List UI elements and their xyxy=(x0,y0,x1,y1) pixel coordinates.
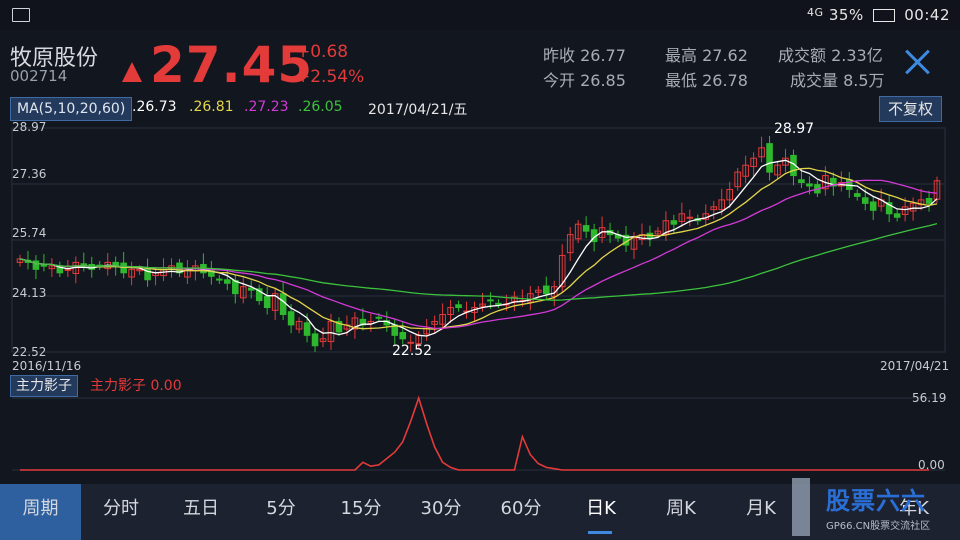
y-tick-label: 24.13 xyxy=(12,286,47,300)
ma60-value: .26.05 xyxy=(298,99,343,115)
volume: 成交量 8.5万 xyxy=(790,67,885,91)
high: 最高 27.62 xyxy=(665,42,748,66)
candle xyxy=(670,220,678,225)
y-tick-label: 25.74 xyxy=(12,226,47,240)
max-annotation: 28.97 xyxy=(774,121,815,137)
indicator-chart[interactable] xyxy=(0,372,960,480)
price-change: +0.68 xyxy=(296,42,349,62)
candle xyxy=(853,193,861,197)
candle xyxy=(311,333,319,347)
candle xyxy=(64,268,72,271)
ma10-value: .26.81 xyxy=(189,99,234,115)
candle xyxy=(542,285,550,295)
candle xyxy=(861,197,869,204)
candle xyxy=(798,179,805,184)
ma20-value: .27.23 xyxy=(244,99,289,115)
candle xyxy=(893,213,901,218)
candle xyxy=(766,143,773,173)
tab-5min[interactable]: 5分 xyxy=(241,484,321,540)
stock-code: 002714 xyxy=(10,67,68,85)
turnover-value: 2.33亿 xyxy=(831,46,883,65)
tab-intraday[interactable]: 分时 xyxy=(81,484,161,540)
low-value: 26.78 xyxy=(702,71,748,90)
candle xyxy=(40,264,48,267)
watermark-subtext: GP66.CN股票交流社区 xyxy=(826,521,931,532)
prev-close-value: 26.77 xyxy=(580,46,626,65)
candle xyxy=(263,295,271,309)
candle xyxy=(399,332,407,340)
up-arrow-icon xyxy=(122,62,142,82)
indicator-line xyxy=(20,395,929,471)
open: 今开 26.85 xyxy=(543,67,626,91)
min-annotation: 22.52 xyxy=(392,343,433,359)
tab-five-day[interactable]: 五日 xyxy=(161,484,241,540)
ma10-line xyxy=(19,167,938,330)
candle xyxy=(224,279,231,284)
high-value: 27.62 xyxy=(702,46,748,65)
ma60-line xyxy=(19,222,938,301)
y-tick-label: 27.36 xyxy=(12,167,47,181)
candle xyxy=(303,322,311,336)
indicator-min-label: 0.00 xyxy=(918,458,945,472)
volume-label: 成交量 xyxy=(790,71,839,90)
volume-value: 8.5万 xyxy=(843,71,885,90)
candle xyxy=(455,304,462,309)
turnover-label: 成交额 xyxy=(778,46,827,65)
ma5-line xyxy=(19,159,938,337)
candle xyxy=(869,201,877,211)
low-label: 最低 xyxy=(665,71,698,90)
y-tick-label: 22.52 xyxy=(12,345,47,359)
last-price: 27.45 xyxy=(150,36,314,94)
indicator-max-label: 56.19 xyxy=(912,391,947,405)
tab-monthly-k[interactable]: 月K xyxy=(721,484,801,540)
watermark-text: 股票六六 xyxy=(826,487,926,515)
candle xyxy=(495,302,502,305)
status-bar: 4G 35% 00:42 xyxy=(0,0,960,30)
price-change-percent: +2.54% xyxy=(296,67,365,87)
status-right: 4G 35% 00:42 xyxy=(807,6,950,24)
x-end-date: 2017/04/21 xyxy=(880,359,950,373)
candle xyxy=(287,311,295,326)
ma5-value: .26.73 xyxy=(132,99,177,115)
open-value: 26.85 xyxy=(580,71,626,90)
clock: 00:42 xyxy=(904,6,950,24)
prev-close: 昨收 26.77 xyxy=(543,42,626,66)
candlestick-chart[interactable] xyxy=(0,118,960,374)
candle xyxy=(925,197,933,204)
candle xyxy=(144,267,151,281)
close-icon[interactable] xyxy=(904,48,932,76)
battery-icon xyxy=(872,9,895,22)
y-tick-label: 28.97 xyxy=(12,120,47,134)
watermark-logo xyxy=(792,478,810,536)
image-notification-icon xyxy=(12,8,30,22)
candle xyxy=(582,225,590,232)
active-tab-indicator xyxy=(588,531,612,534)
candle xyxy=(806,183,813,187)
x-start-date: 2016/11/16 xyxy=(12,359,82,373)
candle xyxy=(279,293,287,315)
tab-weekly-k[interactable]: 周K xyxy=(641,484,721,540)
period-tabs: 周期 分时 五日 5分 15分 30分 60分 日K 周K 月K 年K xyxy=(0,484,960,540)
battery-text: 35% xyxy=(828,6,864,24)
candle xyxy=(375,316,383,319)
candle xyxy=(487,299,494,302)
prev-close-label: 昨收 xyxy=(543,46,576,65)
candle xyxy=(686,216,694,219)
turnover: 成交额 2.33亿 xyxy=(778,42,883,66)
tab-30min[interactable]: 30分 xyxy=(401,484,481,540)
open-label: 今开 xyxy=(543,71,576,90)
tab-period[interactable]: 周期 xyxy=(0,484,81,540)
tab-15min[interactable]: 15分 xyxy=(321,484,401,540)
tab-60min[interactable]: 60分 xyxy=(481,484,561,540)
selected-date: 2017/04/21/五 xyxy=(368,102,468,118)
high-label: 最高 xyxy=(665,46,698,65)
candle xyxy=(216,278,223,281)
network-label: 4G xyxy=(807,6,824,19)
low: 最低 26.78 xyxy=(665,67,748,91)
ma20-line xyxy=(19,179,938,330)
